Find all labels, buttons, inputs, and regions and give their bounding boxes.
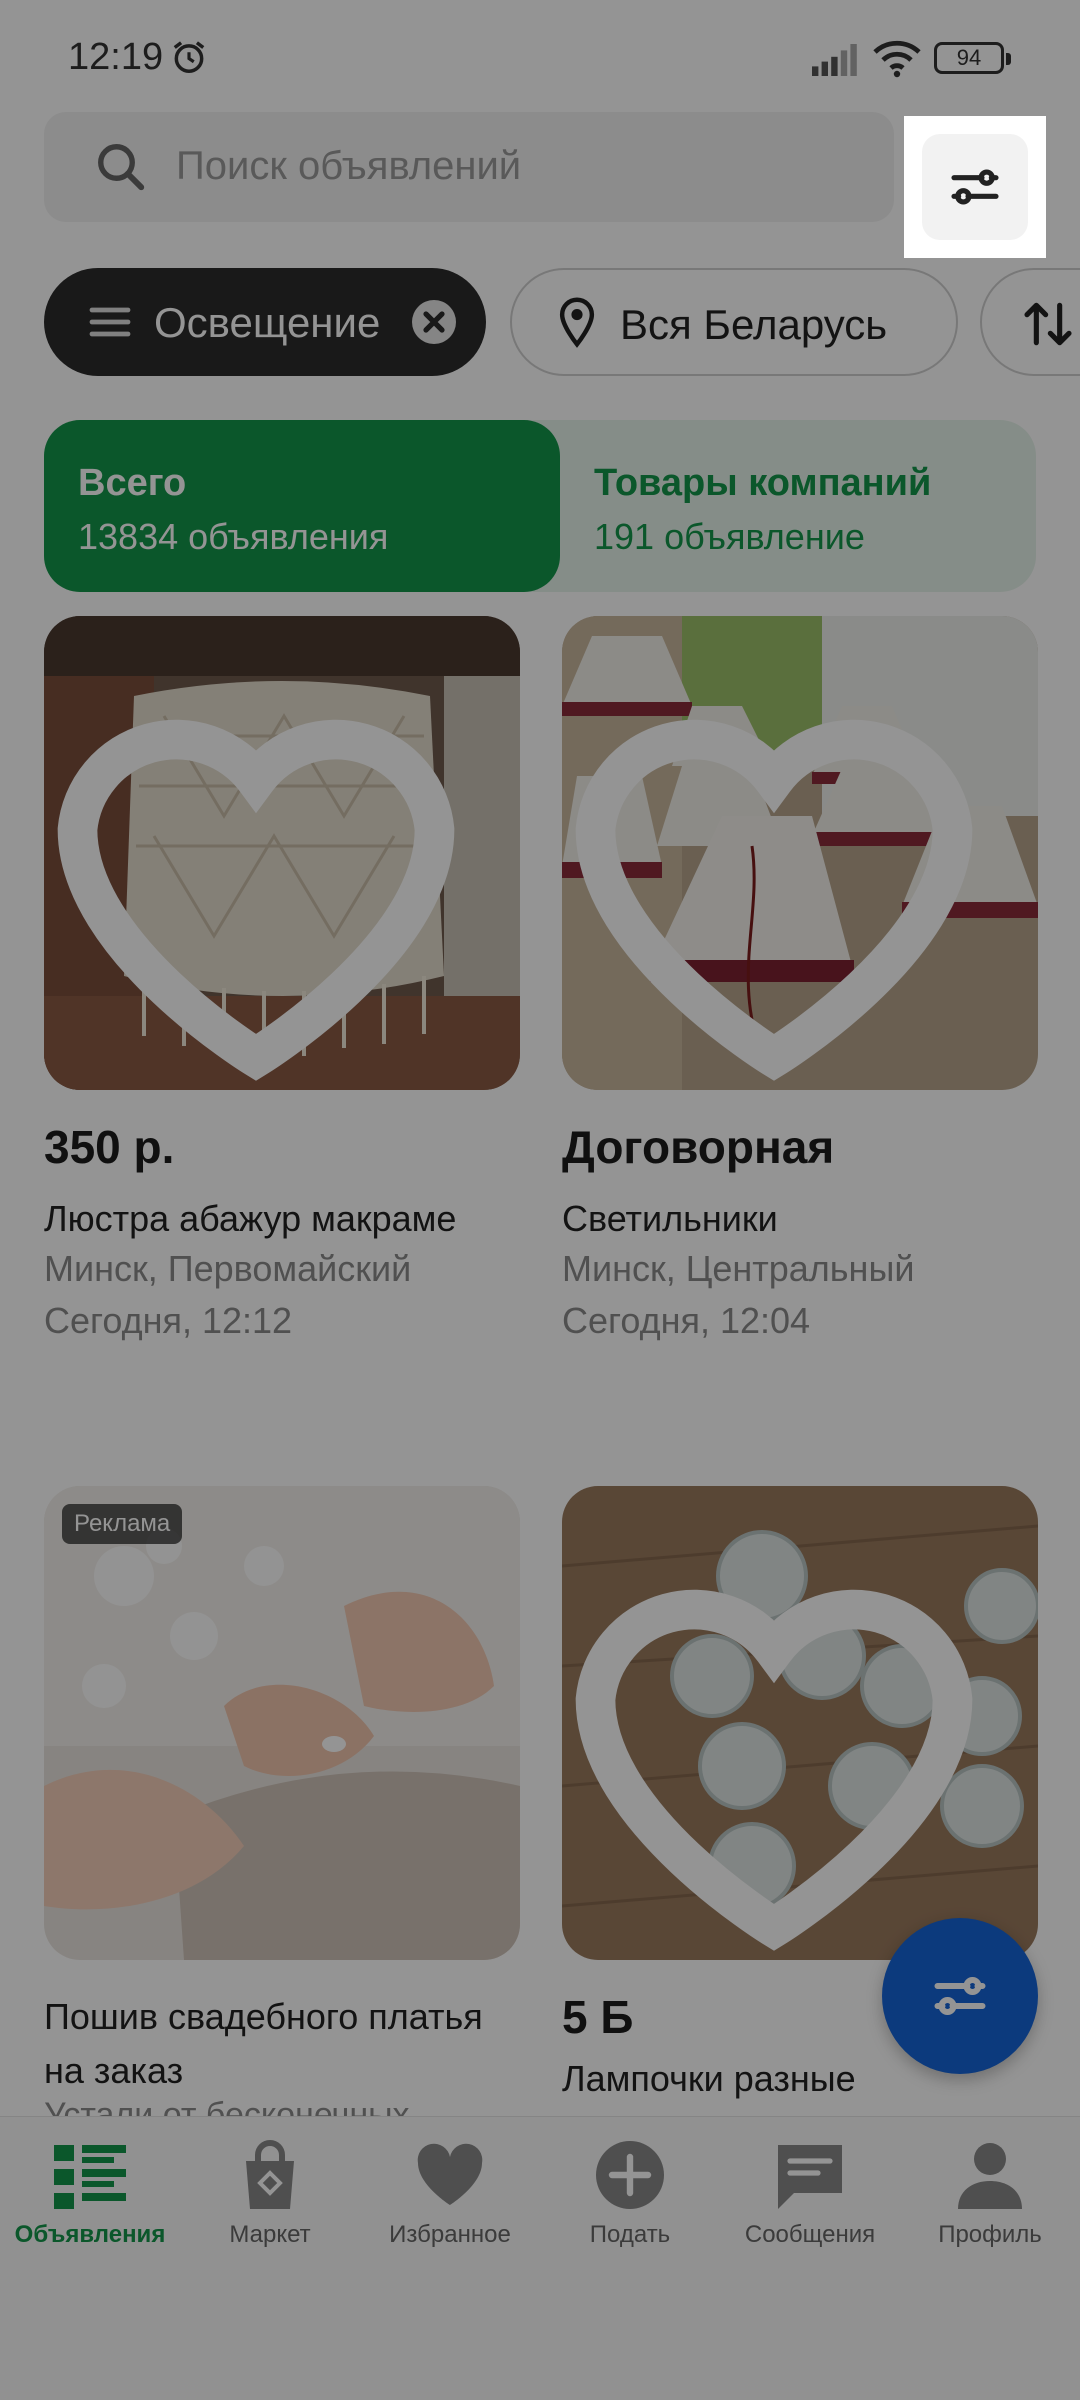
chat-icon — [778, 2145, 842, 2209]
listing-photo — [562, 1486, 1038, 1960]
search-placeholder: Поиск объявлений — [176, 144, 522, 188]
nav-label: Сообщения — [744, 2221, 876, 2248]
close-icon[interactable] — [410, 298, 458, 346]
listing-photo — [44, 616, 520, 1090]
listing-title: Светильники — [562, 1198, 778, 1239]
floating-filter-button[interactable] — [882, 1918, 1038, 2074]
menu-icon — [89, 307, 131, 337]
listing-title: Люстра абажур макраме — [44, 1198, 457, 1239]
listing-date: Сегодня, 12:04 — [562, 1300, 811, 1341]
sliders-icon — [951, 169, 999, 205]
status-time: 12:19 — [68, 36, 164, 78]
listing-location: Минск, Центральный — [562, 1248, 915, 1289]
listing-title: Пошив свадебного платья на заказ — [44, 1996, 483, 2091]
listing-price: 5 Б — [562, 1991, 634, 2043]
region-label: Вся Беларусь — [620, 301, 888, 348]
status-bar: 12:19 94 — [0, 0, 1080, 110]
system-nav-area — [0, 2256, 1080, 2400]
listing-date: Сегодня, 12:12 — [44, 1300, 293, 1341]
nav-item-market[interactable]: Маркет — [180, 2117, 360, 2257]
listing-photo: Реклама — [44, 1486, 520, 1960]
nav-item-post[interactable]: Подать — [540, 2117, 720, 2257]
listing-photo — [562, 616, 1038, 1090]
tab-all[interactable]: Всего 13834 объявления — [44, 420, 560, 592]
sliders-icon — [934, 1976, 986, 2016]
bottom-navigation: Объявления Маркет Избранное Подать Сообщ… — [0, 2116, 1080, 2256]
heart-icon[interactable] — [562, 1512, 1012, 1960]
sort-icon — [1024, 302, 1072, 346]
nav-item-profile[interactable]: Профиль — [900, 2117, 1080, 2257]
shopping-bag-icon — [246, 2140, 294, 2209]
heart-icon — [417, 2143, 483, 2205]
heart-icon[interactable] — [562, 642, 1012, 1090]
app-screen: 12:19 94 Поиск объявлений Освещение Вся … — [0, 0, 1080, 2400]
wifi-icon — [873, 40, 921, 78]
tab-all-count: 13834 объявления — [78, 516, 389, 557]
listings-icon — [54, 2145, 126, 2209]
tab-companies-count: 191 объявление — [594, 516, 865, 557]
user-icon — [958, 2143, 1022, 2209]
filters-highlight — [904, 116, 1046, 258]
signal-icon — [812, 44, 857, 76]
nav-label: Профиль — [938, 2221, 1042, 2248]
tab-companies-title: Товары компаний — [594, 462, 932, 504]
category-chip[interactable]: Освещение — [44, 268, 486, 376]
nav-label: Маркет — [229, 2221, 311, 2248]
listing-type-segment: Всего 13834 объявления Товары компаний 1… — [44, 420, 1036, 592]
nav-item-listings[interactable]: Объявления — [0, 2117, 180, 2257]
search-icon — [98, 144, 145, 191]
location-pin-icon — [559, 297, 595, 348]
category-label: Освещение — [154, 299, 381, 346]
alarm-icon — [173, 41, 205, 73]
heart-icon[interactable] — [44, 642, 494, 1090]
nav-item-favorites[interactable]: Избранное — [360, 2117, 540, 2257]
ad-badge: Реклама — [62, 1504, 183, 1544]
listing-price: 350 р. — [44, 1121, 175, 1173]
plus-circle-icon — [596, 2141, 664, 2209]
search-input[interactable]: Поиск объявлений — [44, 112, 894, 222]
tab-companies[interactable]: Товары компаний 191 объявление — [560, 420, 1036, 592]
nav-label: Подать — [589, 2221, 671, 2248]
nav-label: Избранное — [389, 2221, 511, 2248]
nav-item-messages[interactable]: Сообщения — [720, 2117, 900, 2257]
region-chip[interactable]: Вся Беларусь — [510, 268, 958, 376]
nav-label: Объявления — [14, 2221, 166, 2248]
listing-location: Минск, Первомайский — [44, 1248, 412, 1289]
sort-chip[interactable] — [980, 268, 1080, 376]
filters-button[interactable] — [922, 134, 1028, 240]
tab-all-title: Всего — [78, 462, 187, 504]
battery-indicator: 94 — [934, 42, 1011, 74]
sewing-photo — [44, 1486, 520, 1960]
listing-price: Договорная — [562, 1121, 835, 1173]
